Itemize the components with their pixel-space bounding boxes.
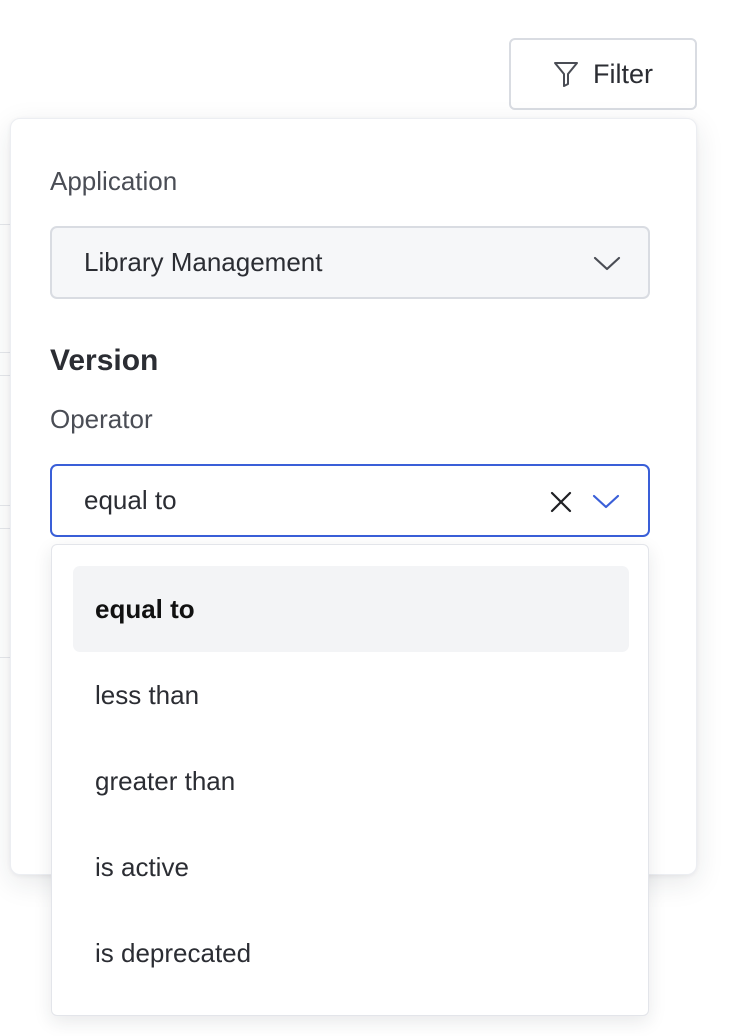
background-row-divider — [0, 224, 10, 225]
option-label: is deprecated — [95, 937, 252, 968]
background-row-divider — [0, 505, 10, 506]
option-is-deprecated[interactable]: is deprecated — [73, 910, 629, 996]
filter-button-label: Filter — [593, 58, 653, 89]
filter-button[interactable]: Filter — [509, 38, 697, 110]
option-equal-to[interactable]: equal to — [73, 566, 629, 652]
background-row-divider — [0, 375, 10, 376]
background-row-divider — [0, 528, 10, 529]
option-greater-than[interactable]: greater than — [73, 738, 629, 824]
chevron-down-icon[interactable] — [592, 494, 620, 510]
option-label: is active — [95, 851, 189, 882]
operator-select[interactable]: equal to — [50, 464, 650, 537]
operator-label: Operator — [50, 404, 153, 434]
clear-icon[interactable] — [550, 491, 572, 513]
operator-select-value: equal to — [84, 485, 177, 515]
operator-dropdown-menu: equal to less than greater than is activ… — [51, 544, 649, 1016]
background-row-divider — [0, 352, 10, 353]
chevron-down-icon[interactable] — [593, 256, 621, 272]
application-select-value: Library Management — [84, 247, 323, 277]
option-label: equal to — [95, 593, 195, 624]
version-heading: Version — [50, 344, 159, 377]
application-select[interactable]: Library Management — [50, 226, 650, 299]
page: Filter Application Library Management Ve… — [0, 0, 734, 1036]
option-less-than[interactable]: less than — [73, 652, 629, 738]
option-is-active[interactable]: is active — [73, 824, 629, 910]
option-label: greater than — [95, 765, 236, 796]
funnel-icon — [554, 62, 578, 87]
option-label: less than — [95, 679, 200, 710]
background-row-divider — [0, 657, 10, 658]
application-label: Application — [50, 166, 178, 196]
